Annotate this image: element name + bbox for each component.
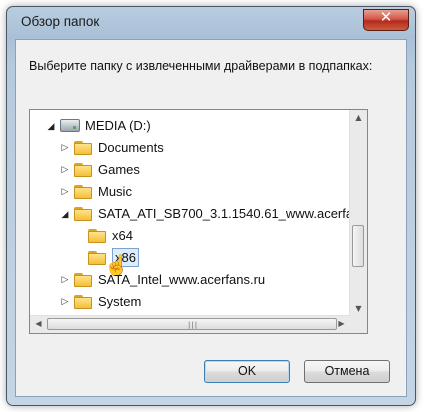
folder-body [74,209,92,221]
tree-item-label: x64 [112,228,133,243]
folder-body [74,143,92,155]
window-title: Обзор папок [21,14,100,29]
expand-arrow-icon[interactable]: ▷ [60,296,70,308]
expand-arrow-icon[interactable]: ▷ [60,164,70,176]
drive-icon [60,119,80,132]
tree-item[interactable]: ◢ MEDIA (D:) [30,115,350,137]
vertical-scrollbar[interactable]: ▲ ▼ [349,110,367,316]
folder-icon [74,162,92,177]
folder-body [88,231,106,243]
vertical-scroll-thumb[interactable] [352,225,364,267]
tree-item-label: MEDIA (D:) [85,118,151,133]
scroll-up-icon[interactable]: ▲ [350,113,367,122]
tree-item-label: SATA_Intel_www.acerfans.ru [98,272,266,287]
folder-body [74,187,92,199]
expand-arrow-icon[interactable]: ▷ [60,274,70,286]
folder-icon [74,206,92,221]
tree-item[interactable]: x64 [30,225,350,247]
horizontal-scroll-thumb[interactable]: ||| [47,318,337,330]
dialog-client-area: Выберите папку с извлеченными драйверами… [15,39,407,397]
folder-icon [74,184,92,199]
expand-arrow-icon[interactable]: ▷ [60,186,70,198]
scroll-corner [350,316,367,333]
tree-item[interactable]: ▷ Music [30,181,350,203]
tree-item-label: SATA_ATI_SB700_3.1.1540.61_www.acerfans.… [98,206,350,221]
scroll-right-icon[interactable]: ▶ [333,319,350,328]
expand-arrow-icon[interactable]: ▷ [60,142,70,154]
tree-item-label: Music [98,184,132,199]
scroll-down-icon[interactable]: ▼ [350,304,367,313]
tree-item-label: Documents [98,140,164,155]
scroll-left-icon[interactable]: ◀ [30,319,47,328]
collapse-arrow-icon[interactable]: ◢ [46,121,56,133]
horizontal-scrollbar[interactable]: ◀ ||| ▶ [30,315,350,333]
close-button[interactable]: ✕ [363,8,409,31]
drive-led [73,126,76,129]
collapse-arrow-icon[interactable]: ◢ [60,209,70,221]
folder-body [74,297,92,309]
tree-item-label: Games [98,162,140,177]
tree-rows: ◢ MEDIA (D:) ▷ Documents ▷ Games ▷ Music ◢ SATA_A… [30,110,350,316]
instruction-text: Выберите папку с извлеченными драйверами… [29,59,373,73]
folder-icon [74,272,92,287]
close-icon: ✕ [379,8,393,26]
folder-icon [74,294,92,309]
cancel-button[interactable]: Отмена [304,360,390,383]
folder-body [74,165,92,177]
folder-body [74,275,92,287]
title-bar[interactable]: Обзор папок ✕ [7,7,415,39]
folder-tree[interactable]: ◢ MEDIA (D:) ▷ Documents ▷ Games ▷ Music ◢ SATA_A… [29,109,368,334]
folder-icon [88,228,106,243]
ok-button[interactable]: OK [204,360,290,383]
tree-item[interactable]: ▷ Documents [30,137,350,159]
tree-item-label: System [98,294,142,309]
scroll-grip-icon: ||| [188,321,199,329]
tree-item[interactable]: ◢ SATA_ATI_SB700_3.1.1540.61_www.acerfans… [30,203,350,225]
tree-item[interactable]: ▷ System [30,291,350,313]
browse-folder-dialog: Обзор папок ✕ Выберите папку с извлеченн… [6,6,416,406]
tree-item[interactable]: ▷ Games [30,159,350,181]
tree-item[interactable]: x86 ☝ [30,247,350,277]
folder-icon [74,140,92,155]
tree-item[interactable]: ▷ SATA_Intel_www.acerfans.ru [30,269,350,291]
